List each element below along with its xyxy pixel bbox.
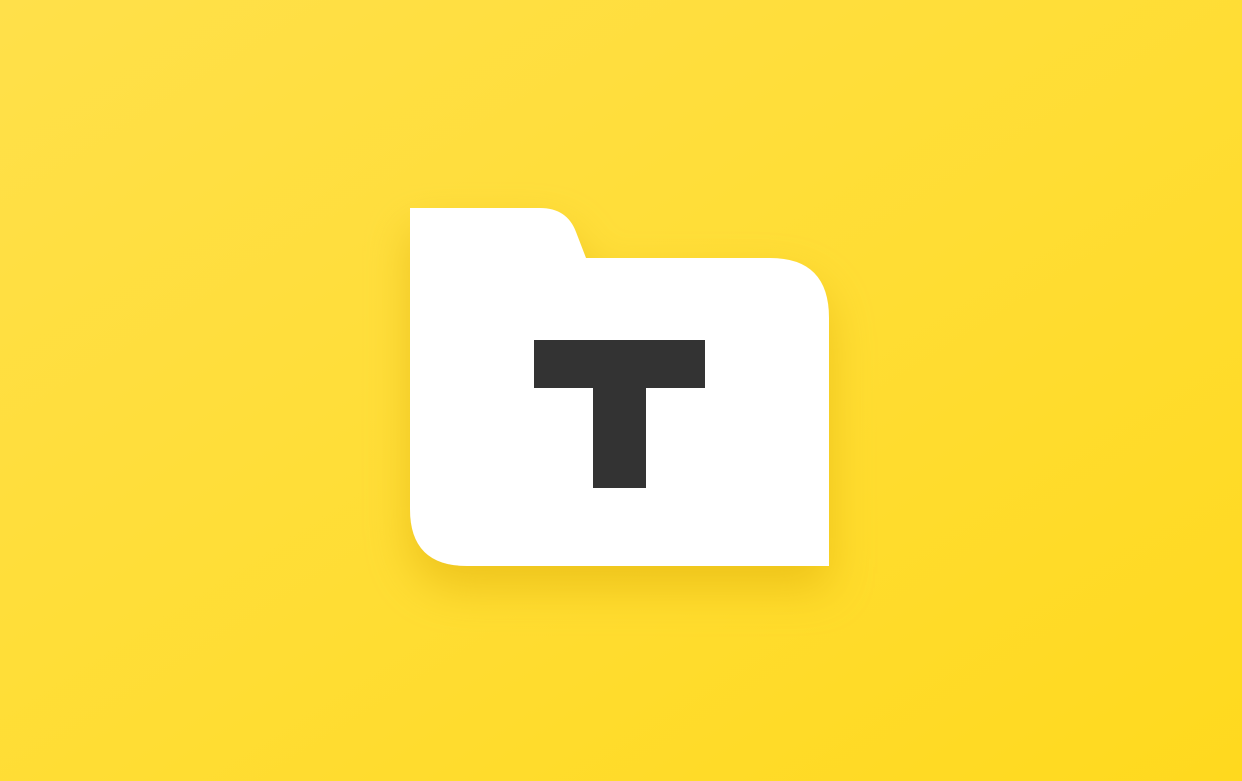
t-glyph-stem bbox=[593, 340, 646, 488]
folder-logo bbox=[0, 0, 1242, 781]
folder-icon bbox=[410, 208, 829, 566]
